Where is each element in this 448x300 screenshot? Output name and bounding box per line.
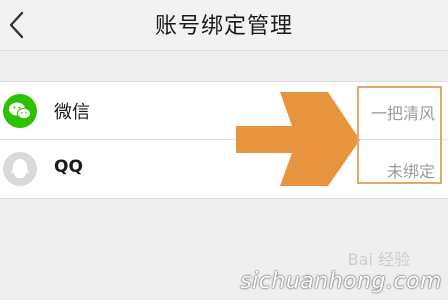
site-watermark: sichuanhong.com xyxy=(240,269,442,294)
highlight-box xyxy=(357,86,442,184)
baidu-watermark: Bai 经验 xyxy=(347,250,410,269)
